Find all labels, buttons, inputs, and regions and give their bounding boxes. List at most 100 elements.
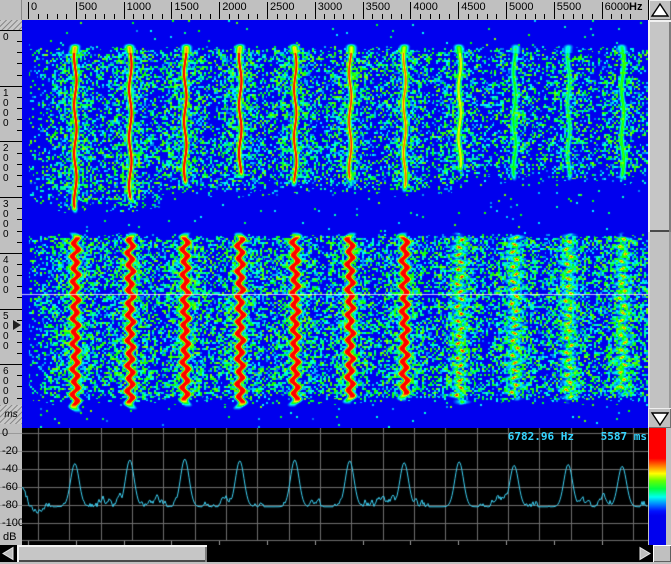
horizontal-scroll-track[interactable]: [207, 545, 637, 562]
ruler-hatch: [0, 20, 22, 30]
freq-minor-tick: [391, 14, 392, 19]
time-tick-label: 3000: [3, 200, 11, 240]
db-axis: dB 0-20-40-60-80-100: [0, 428, 22, 545]
freq-minor-tick: [229, 14, 230, 19]
freq-minor-tick: [449, 14, 450, 19]
freq-major-tick: [506, 2, 507, 19]
db-tick-label: 0: [2, 428, 8, 439]
freq-minor-tick: [420, 14, 421, 19]
time-tick-label: 6000: [3, 367, 11, 407]
freq-minor-tick: [334, 14, 335, 19]
freq-minor-tick: [181, 14, 182, 19]
freq-tick-label: 3500: [366, 1, 390, 13]
scroll-down-button[interactable]: [648, 408, 671, 428]
freq-minor-tick: [133, 14, 134, 19]
down-arrow-icon: [649, 409, 671, 427]
freq-minor-tick: [611, 14, 612, 19]
freq-tick-label: 500: [79, 1, 97, 13]
time-major-tick: [0, 141, 22, 142]
freq-minor-tick: [468, 14, 469, 19]
time-tick-label: 0: [3, 33, 11, 43]
db-tick-label: -60: [2, 481, 18, 493]
cursor-time-readout: 5587 ms: [601, 430, 647, 443]
freq-minor-tick: [200, 14, 201, 19]
freq-major-tick: [315, 2, 316, 19]
spectrogram-canvas[interactable]: [22, 20, 648, 428]
freq-minor-tick: [477, 14, 478, 19]
freq-minor-tick: [114, 14, 115, 19]
freq-major-tick: [363, 2, 364, 19]
freq-minor-tick: [296, 14, 297, 19]
freq-tick-label: 4500: [461, 1, 485, 13]
freq-minor-tick: [630, 14, 631, 19]
freq-minor-tick: [525, 14, 526, 19]
db-tick-label: -40: [2, 463, 18, 475]
freq-minor-tick: [401, 14, 402, 19]
freq-tick-label: 6000: [605, 1, 629, 13]
freq-minor-tick: [57, 14, 58, 19]
time-tick-label: 1000: [3, 89, 11, 129]
time-ruler: ms 0100020003000400050006000: [0, 20, 22, 428]
freq-tick-label: 2000: [222, 1, 246, 13]
freq-minor-tick: [516, 14, 517, 19]
freq-minor-tick: [573, 14, 574, 19]
db-tick-label: -20: [2, 445, 18, 457]
freq-minor-tick: [487, 14, 488, 19]
scroll-right-button[interactable]: [637, 545, 653, 562]
time-major-tick: [0, 86, 22, 87]
freq-major-tick: [171, 2, 172, 19]
freq-minor-tick: [430, 14, 431, 19]
freq-major-tick: [76, 2, 77, 19]
freq-tick-label: 1000: [127, 1, 151, 13]
freq-major-tick: [28, 2, 29, 19]
freq-minor-tick: [257, 14, 258, 19]
color-scale-bar: [649, 428, 666, 545]
freq-tick-label: 0: [31, 1, 37, 13]
freq-major-tick: [602, 2, 603, 19]
freq-minor-tick: [286, 14, 287, 19]
up-arrow-icon: [649, 1, 671, 19]
freq-tick-label: 3000: [318, 1, 342, 13]
horizontal-scrollbar[interactable]: [0, 545, 671, 562]
time-tick-label: 4000: [3, 256, 11, 296]
freq-minor-tick: [544, 14, 545, 19]
horizontal-scroll-thumb[interactable]: [17, 545, 207, 562]
ruler-corner: [0, 0, 22, 20]
scroll-left-button[interactable]: [0, 545, 17, 562]
freq-minor-tick: [277, 14, 278, 19]
freq-tick-label: 5500: [557, 1, 581, 13]
time-tick-label: 2000: [3, 144, 11, 184]
freq-minor-tick: [143, 14, 144, 19]
freq-minor-tick: [95, 14, 96, 19]
freq-major-tick: [458, 2, 459, 19]
time-major-tick: [0, 364, 22, 365]
db-unit-label: dB: [3, 531, 16, 543]
freq-major-tick: [124, 2, 125, 19]
vertical-scroll-track[interactable]: [648, 232, 671, 408]
freq-major-tick: [410, 2, 411, 19]
time-major-tick: [0, 309, 22, 310]
time-major-tick: [0, 253, 22, 254]
freq-minor-tick: [592, 14, 593, 19]
cursor-frequency-readout: 6782.96 Hz: [508, 430, 574, 443]
freq-minor-tick: [238, 14, 239, 19]
right-arrow-icon: [637, 545, 653, 562]
freq-minor-tick: [343, 14, 344, 19]
freq-minor-tick: [152, 14, 153, 19]
freq-tick-label: 2500: [270, 1, 294, 13]
freq-minor-tick: [563, 14, 564, 19]
freq-minor-tick: [38, 14, 39, 19]
freq-minor-tick: [535, 14, 536, 19]
vertical-scrollbar[interactable]: [648, 20, 671, 428]
freq-minor-tick: [248, 14, 249, 19]
freq-minor-tick: [621, 14, 622, 19]
vertical-scroll-thumb[interactable]: [648, 20, 671, 232]
freq-minor-tick: [382, 14, 383, 19]
db-tick-label: -100: [2, 517, 22, 529]
freq-major-tick: [219, 2, 220, 19]
scroll-up-button[interactable]: [648, 0, 671, 20]
freq-minor-tick: [66, 14, 67, 19]
freq-minor-tick: [496, 14, 497, 19]
freq-minor-tick: [353, 14, 354, 19]
time-cursor-marker[interactable]: [13, 320, 21, 330]
